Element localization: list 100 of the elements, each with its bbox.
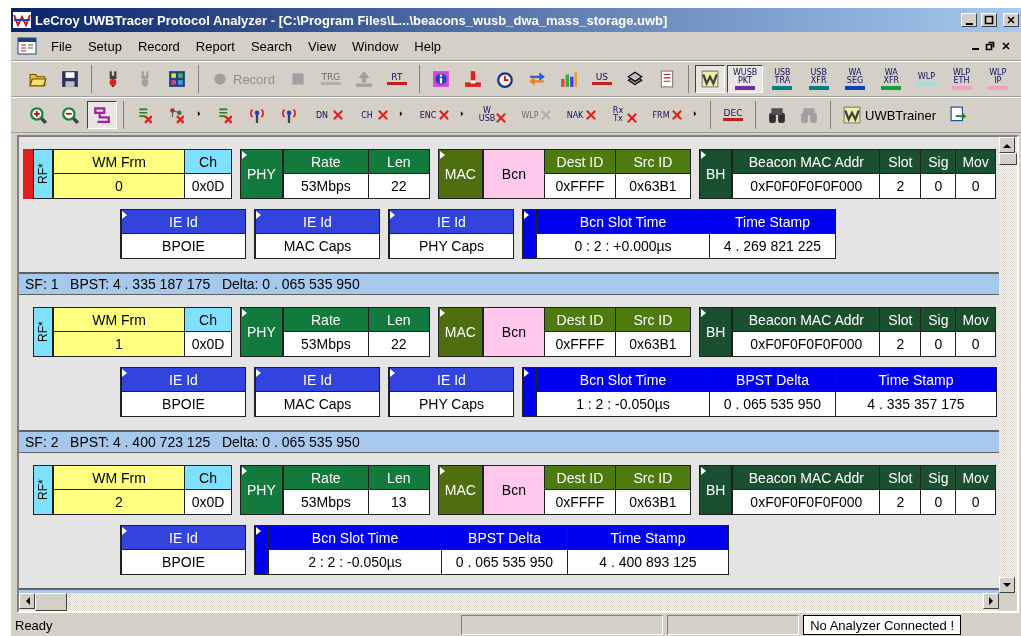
- header-block[interactable]: BH Beacon MAC Addr 0xF0F0F0F0F000 Slot 2 Sig 0 Mov 0: [698, 465, 996, 515]
- scroll-thumb[interactable]: [35, 593, 67, 611]
- header-block[interactable]: BH Beacon MAC Addr 0xF0F0F0F0F000 Slot 2 Sig 0 Mov 0: [698, 149, 996, 199]
- field-value: 2: [880, 490, 921, 514]
- block-label: BH: [699, 308, 733, 356]
- field-value: 0x63B1: [615, 490, 690, 514]
- field-header: Dest ID: [544, 466, 615, 490]
- close-button[interactable]: [1003, 13, 1019, 27]
- toggle-button[interactable]: [87, 101, 117, 129]
- field-value: 2: [880, 174, 921, 198]
- field-value: 22: [368, 332, 429, 356]
- field-value: 0xFFFF: [544, 490, 615, 514]
- ie-block[interactable]: Bcn Slot Time 2 : 2 : -0.050µs BPST Delta 0 . 065 535 950 Time Stamp 4 . 400 893 125: [254, 525, 729, 575]
- ie-block[interactable]: IE Id PHY Caps: [388, 367, 514, 417]
- filter-button[interactable]: CH: [351, 101, 394, 129]
- ie-block[interactable]: IE Id BPOIE: [120, 367, 246, 417]
- view-toggle-button[interactable]: USB TRA: [765, 65, 800, 93]
- field-header: IE Id: [256, 368, 379, 392]
- toolbar-button[interactable]: US: [585, 65, 618, 93]
- view-toggle-button[interactable]: WLP ETH: [944, 65, 979, 93]
- menu-item[interactable]: Window: [344, 36, 407, 56]
- header-block[interactable]: RF* WM Frm 2 Ch 0x0D: [33, 465, 232, 515]
- field-value: 0xFFFF: [544, 174, 615, 198]
- menu-item[interactable]: File: [43, 36, 80, 56]
- field-value: 0xF0F0F0F0F000: [733, 490, 880, 514]
- maximize-button[interactable]: [981, 13, 997, 27]
- header-block[interactable]: PHY Rate 53Mbps Len 22: [240, 307, 430, 357]
- filter-button[interactable]: ENC: [412, 101, 455, 129]
- field-value: 0: [956, 490, 995, 514]
- header-block[interactable]: MAC Bcn Dest ID 0xFFFF Src ID 0x63B1: [437, 307, 691, 357]
- view-toggle-button[interactable]: WA XFR: [874, 65, 909, 93]
- filter-button[interactable]: DN: [306, 101, 349, 129]
- field-value: 0 . 065 535 950: [442, 550, 567, 574]
- view-toggle-button[interactable]: WA SEG: [837, 65, 873, 93]
- triangle-icon: [256, 369, 261, 377]
- view-toggle-button[interactable]: WUSB PKT: [726, 65, 764, 93]
- scroll-left-button[interactable]: [19, 593, 35, 609]
- logo-button[interactable]: [694, 65, 725, 93]
- ie-block[interactable]: IE Id BPOIE: [120, 525, 246, 575]
- field-value: 2 : 2 : -0.050µs: [269, 550, 441, 574]
- menu-item[interactable]: Help: [406, 36, 450, 56]
- filter-button[interactable]: W USB: [473, 101, 512, 129]
- field-header: Dest ID: [544, 308, 615, 332]
- view-toggle-button[interactable]: WLP IP: [980, 65, 1015, 93]
- block-label: BH: [699, 150, 733, 198]
- vertical-scrollbar[interactable]: [999, 137, 1017, 593]
- header-block[interactable]: MAC Bcn Dest ID 0xFFFF Src ID 0x63B1: [437, 149, 691, 199]
- scroll-down-button[interactable]: [999, 577, 1015, 593]
- header-block[interactable]: PHY Rate 53Mbps Len 22: [240, 149, 430, 199]
- menu-item[interactable]: Record: [129, 36, 188, 56]
- ie-block[interactable]: Bcn Slot Time 0 : 2 : +0.000µs Time Stamp 4 . 269 821 225: [522, 209, 836, 259]
- menu-item[interactable]: Setup: [79, 36, 130, 56]
- cross-icon: [586, 110, 596, 120]
- header-block[interactable]: BH Beacon MAC Addr 0xF0F0F0F0F000 Slot 2 Sig 0 Mov 0: [698, 307, 996, 357]
- document-icon: [17, 37, 37, 55]
- header-block[interactable]: RF* WM Frm 0 Ch 0x0D: [33, 149, 232, 199]
- minimize-button[interactable]: [961, 13, 977, 27]
- filter-button[interactable]: FRM: [645, 101, 688, 129]
- toolbar-button[interactable]: DEC: [717, 101, 749, 129]
- block-label: PHY: [241, 150, 283, 198]
- view-toggle-button[interactable]: USB XFR: [801, 65, 836, 93]
- field-header: BPST Delta: [710, 368, 835, 392]
- status-text: No Analyzer Connected !: [803, 615, 961, 635]
- field-header: Beacon MAC Addr: [733, 466, 880, 490]
- ie-block[interactable]: IE Id MAC Caps: [254, 367, 380, 417]
- header-block[interactable]: RF* WM Frm 1 Ch 0x0D: [33, 307, 232, 357]
- triangle-icon: [390, 369, 395, 377]
- triangle-icon: [122, 211, 127, 219]
- view-toggle-button[interactable]: WLP: [910, 65, 943, 93]
- scroll-up-button[interactable]: [999, 137, 1015, 153]
- field-value: Bcn: [483, 150, 544, 198]
- triangle-icon: [122, 527, 127, 535]
- scroll-thumb[interactable]: [999, 153, 1017, 165]
- restore-icon: [985, 41, 995, 51]
- field-value: 0xF0F0F0F0F000: [733, 332, 880, 356]
- filter-button[interactable]: NAK: [559, 101, 602, 129]
- menu-item[interactable]: View: [300, 36, 345, 56]
- ie-block[interactable]: IE Id PHY Caps: [388, 209, 514, 259]
- trainer-button[interactable]: UWBTrainer: [837, 101, 943, 129]
- alert-icon: [463, 70, 482, 88]
- ie-block[interactable]: IE Id MAC Caps: [254, 209, 380, 259]
- horizontal-scrollbar[interactable]: [19, 593, 1017, 611]
- field-header: IE Id: [122, 210, 245, 234]
- header-block[interactable]: MAC Bcn Dest ID 0xFFFF Src ID 0x63B1: [437, 465, 691, 515]
- field-header: Bcn Slot Time: [537, 210, 709, 234]
- field-value: 4 . 269 821 225: [710, 234, 835, 258]
- ie-block[interactable]: Bcn Slot Time 1 : 2 : -0.050µs BPST Delta 0 . 065 535 950 Time Stamp 4 . 335 357 175: [522, 367, 997, 417]
- toolbar-button[interactable]: RT: [380, 65, 413, 93]
- menu-item[interactable]: Report: [187, 36, 243, 56]
- field-header: Slot: [880, 308, 921, 332]
- scroll-right-button[interactable]: [983, 593, 999, 609]
- ie-block[interactable]: IE Id BPOIE: [120, 209, 246, 259]
- field-header: Ch: [185, 308, 231, 332]
- menu-item[interactable]: Search: [242, 36, 301, 56]
- right-arrow-icon: [988, 597, 994, 605]
- field-value: 22: [368, 174, 429, 198]
- header-block[interactable]: PHY Rate 53Mbps Len 13: [240, 465, 430, 515]
- field-header: Time Stamp: [836, 368, 996, 392]
- field-value: 0xFFFF: [544, 332, 615, 356]
- filter-button[interactable]: Rx Tx: [604, 101, 643, 129]
